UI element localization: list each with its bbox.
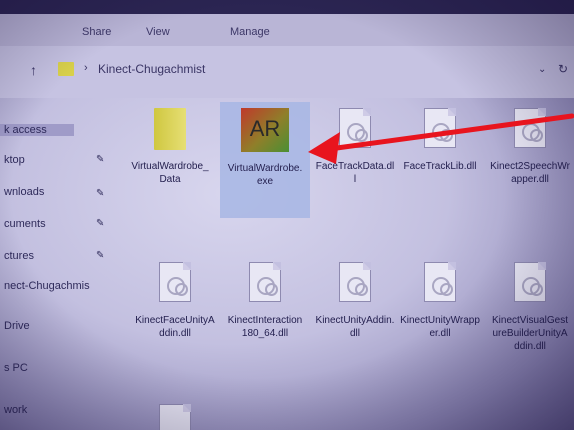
photo-of-monitor: Share View Manage ↑ › Kinect-Chugachmist… — [0, 0, 574, 430]
annotation-arrow — [308, 113, 574, 164]
